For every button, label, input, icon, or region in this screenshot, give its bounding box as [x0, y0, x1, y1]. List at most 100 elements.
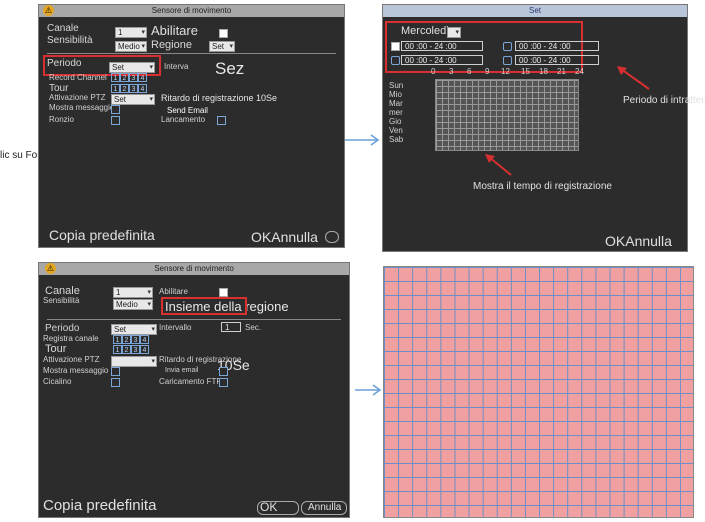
hour-tick: 12 — [501, 67, 510, 76]
region-set-button[interactable]: Set — [209, 41, 235, 52]
ok-cancel-buttons[interactable]: OKAnnulla — [251, 229, 318, 245]
show-message-label: Mostra messaggio — [49, 103, 115, 112]
record-channel-4[interactable]: 4 — [140, 335, 149, 344]
motion-detection-dialog-bottom: Sensore di movimento ⚠ Canale 1 Abilitar… — [38, 262, 350, 518]
buzzer-checkbox[interactable] — [111, 116, 120, 125]
tour-channel-4[interactable]: 4 — [140, 345, 149, 354]
dialog-title: Sensore di movimento — [39, 263, 349, 275]
upload-checkbox[interactable] — [217, 116, 226, 125]
record-channel-2[interactable]: 2 — [122, 335, 131, 344]
send-email-checkbox[interactable] — [219, 367, 228, 376]
tour-channel-4[interactable]: 4 — [138, 84, 147, 93]
weekday-label: Sun — [389, 81, 404, 90]
record-channel-1[interactable]: 1 — [111, 73, 120, 82]
tour-channel-2[interactable]: 2 — [122, 345, 131, 354]
copy-default-button[interactable]: Copia predefinita — [43, 497, 156, 514]
sensitivity-label: Sensibilità — [47, 35, 93, 46]
show-message-checkbox[interactable] — [111, 367, 120, 376]
show-time-annotation: Mostra il tempo di registrazione — [473, 181, 612, 192]
ok-button[interactable]: OK — [257, 500, 299, 515]
region-label: Regione — [151, 39, 192, 51]
weekday-label: Gio — [389, 117, 402, 126]
sensitivity-label: Sensibilità — [43, 296, 80, 305]
pointer-arrow-icon — [485, 154, 512, 176]
hour-tick: 18 — [539, 67, 548, 76]
weekday-label: Mio — [389, 90, 402, 99]
motion-region-grid[interactable] — [383, 266, 694, 518]
record-channel-4[interactable]: 4 — [138, 73, 147, 82]
enable-checkbox[interactable] — [219, 288, 228, 297]
divider — [47, 53, 336, 54]
hour-tick: 0 — [431, 67, 436, 76]
time-slot-4[interactable]: 00 :00 - 24 :00 — [515, 55, 599, 65]
schedule-grid[interactable] — [435, 79, 579, 151]
enable-label: Abilitare — [151, 23, 198, 38]
time-slot-2[interactable]: 00 :00 - 24 :00 — [515, 41, 599, 51]
tour-channel-3[interactable]: 3 — [131, 345, 140, 354]
upload-label: Lancamento — [161, 115, 206, 124]
record-channel-3[interactable]: 3 — [129, 73, 138, 82]
channel-select[interactable]: 1 — [113, 287, 153, 298]
copy-default-button[interactable]: Copia predefinita — [49, 227, 155, 243]
day-select[interactable] — [447, 27, 461, 38]
slot-4-checkbox[interactable] — [503, 56, 512, 65]
channel-select[interactable]: 1 — [115, 27, 147, 38]
tour-channel-2[interactable]: 2 — [120, 84, 129, 93]
app-logo-icon: ⚠ — [45, 263, 56, 274]
cancel-button[interactable]: Annulla — [301, 501, 347, 515]
ptz-set-button[interactable] — [111, 356, 157, 367]
hour-tick: 15 — [521, 67, 530, 76]
ptz-set-button[interactable]: Set — [111, 94, 155, 105]
sensitivity-select[interactable]: Medio — [113, 299, 153, 310]
cancel-button-outline — [325, 231, 339, 243]
interval-label: Intervallo — [159, 323, 192, 332]
period-label: Periodo — [45, 323, 80, 334]
hour-tick: 3 — [449, 67, 454, 76]
slot-1-checkbox[interactable] — [391, 42, 400, 51]
tour-channel-1[interactable]: 1 — [111, 84, 120, 93]
slot-2-checkbox[interactable] — [503, 42, 512, 51]
ftp-upload-checkbox[interactable] — [219, 378, 228, 387]
weekday-label: Sab — [389, 135, 404, 144]
weekday-labels: Sun Mio Mar mer Gio Ven Sab — [389, 81, 403, 144]
period-annotation: Periodo di intrattenme — [623, 95, 705, 106]
record-channel-1[interactable]: 1 — [113, 335, 122, 344]
arrow-right-icon — [345, 134, 380, 146]
sec-overlay-label: Sez — [215, 59, 245, 78]
ftp-upload-label: Caricamento FTP — [159, 377, 222, 386]
weekday-label: mer — [389, 108, 403, 117]
buzzer-checkbox[interactable] — [111, 378, 120, 387]
motion-detection-dialog-top: Sensore di movimento ⚠ Canale 1 Abilitar… — [38, 4, 345, 248]
pointer-arrow-icon — [617, 66, 650, 90]
interval-label: Interva — [164, 62, 189, 71]
enable-label: Abilitare — [159, 287, 188, 296]
interval-input[interactable]: 1 — [221, 322, 241, 332]
divider — [47, 319, 341, 320]
weekday-label: Ven — [389, 126, 403, 135]
record-delay-label: Ritardo di registrazione 10Se — [161, 93, 278, 103]
tour-channel-1[interactable]: 1 — [113, 345, 122, 354]
show-message-checkbox[interactable] — [111, 105, 120, 114]
buzzer-label: Cicalino — [43, 377, 72, 386]
record-channel-label: Registra canale — [43, 334, 99, 343]
ok-cancel-buttons[interactable]: OKAnnulla — [605, 233, 672, 249]
record-channel-label: Record Channel — [49, 73, 107, 82]
day-select-label: Mercoledì — [401, 25, 450, 37]
time-slot-1[interactable]: 00 :00 - 24 :00 — [401, 41, 483, 51]
tour-channel-3[interactable]: 3 — [129, 84, 138, 93]
enable-checkbox[interactable] — [219, 29, 228, 38]
record-channel-2[interactable]: 2 — [120, 73, 129, 82]
hour-ticks: 0 3 6 9 12 15 18 21 24 — [431, 67, 591, 77]
record-channel-3[interactable]: 3 — [131, 335, 140, 344]
period-set-button[interactable]: Set — [111, 324, 157, 335]
slot-3-checkbox[interactable] — [391, 56, 400, 65]
show-message-label: Mostra messaggio — [43, 366, 109, 375]
channel-label: Canale — [47, 23, 79, 34]
buzzer-label: Ronzio — [49, 115, 74, 124]
sensitivity-select[interactable]: Medio — [115, 41, 147, 52]
region-highlight-box — [161, 297, 247, 315]
send-email-label: Send Email — [167, 106, 208, 115]
weekday-label: Mar — [389, 99, 403, 108]
schedule-set-dialog: Set Mercoledì 00 :00 - 24 :00 00 :00 - 2… — [382, 4, 705, 252]
time-slot-3[interactable]: 00 :00 - 24 :00 — [401, 55, 483, 65]
